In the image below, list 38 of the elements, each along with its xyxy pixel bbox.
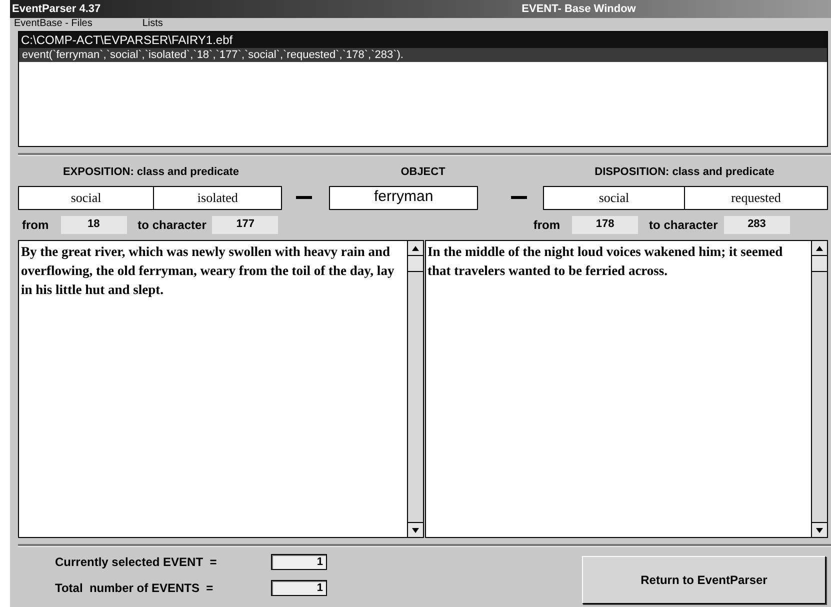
scroll-down-icon[interactable] <box>408 522 422 536</box>
predicate-field[interactable]: isolated <box>154 186 282 210</box>
section-heading: EXPOSITION: class and predicate <box>62 165 240 180</box>
counter-field: 1 <box>271 554 327 570</box>
object-field[interactable]: ferryman <box>329 186 478 210</box>
scroll-up-icon[interactable] <box>408 240 422 256</box>
section-heading: OBJECT <box>400 165 446 180</box>
to-label: to character <box>138 216 206 234</box>
counter-field: 1 <box>271 580 327 596</box>
text-area[interactable]: By the great river, which was newly swollen with heavy rain and overflowing, the old ferryman, weary from the toil of the day, lay in his little hut and slept. <box>18 240 408 538</box>
window-subtitle: EVENT- Base Window <box>522 2 636 17</box>
menu-item[interactable]: Lists <box>140 19 165 29</box>
to-field: 283 <box>724 216 790 234</box>
section-heading: DISPOSITION: class and predicate <box>594 165 774 180</box>
from-label: from <box>533 216 560 234</box>
from-field: 18 <box>60 216 127 234</box>
text-area[interactable]: In the middle of the night loud voices wakened him; it seemed that travelers wanted to be ferried across. <box>424 240 812 538</box>
scrollbar[interactable] <box>408 240 424 538</box>
window-title: EventParser 4.37 <box>12 2 101 17</box>
dash-icon <box>296 196 312 199</box>
return-button[interactable]: Return to EventParser <box>582 556 826 604</box>
to-field: 177 <box>212 216 278 234</box>
dash-icon <box>511 196 527 199</box>
class-field[interactable]: social <box>18 186 154 210</box>
menu-item[interactable]: EventBase - Files <box>12 19 94 29</box>
predicate-field[interactable]: requested <box>685 186 828 210</box>
event-row[interactable]: event(`ferryman`,`social`,`isolated`,`18`,`177`,`social`,`requested`,`178`,`283`). <box>19 48 827 62</box>
file-path-row[interactable]: C:\COMP-ACT\EVPARSER\FAIRY1.ebf <box>19 32 827 48</box>
scrollbar-thumb[interactable] <box>812 256 827 272</box>
from-field: 178 <box>572 216 638 234</box>
counter-label: Total number of EVENTS = <box>55 580 214 596</box>
to-label: to character <box>649 216 718 234</box>
from-label: from <box>22 216 49 234</box>
scroll-down-icon[interactable] <box>812 522 827 536</box>
counter-label: Currently selected EVENT = <box>55 554 218 570</box>
class-field[interactable]: social <box>542 186 685 210</box>
scrollbar[interactable] <box>812 240 828 538</box>
scroll-up-icon[interactable] <box>812 240 827 256</box>
